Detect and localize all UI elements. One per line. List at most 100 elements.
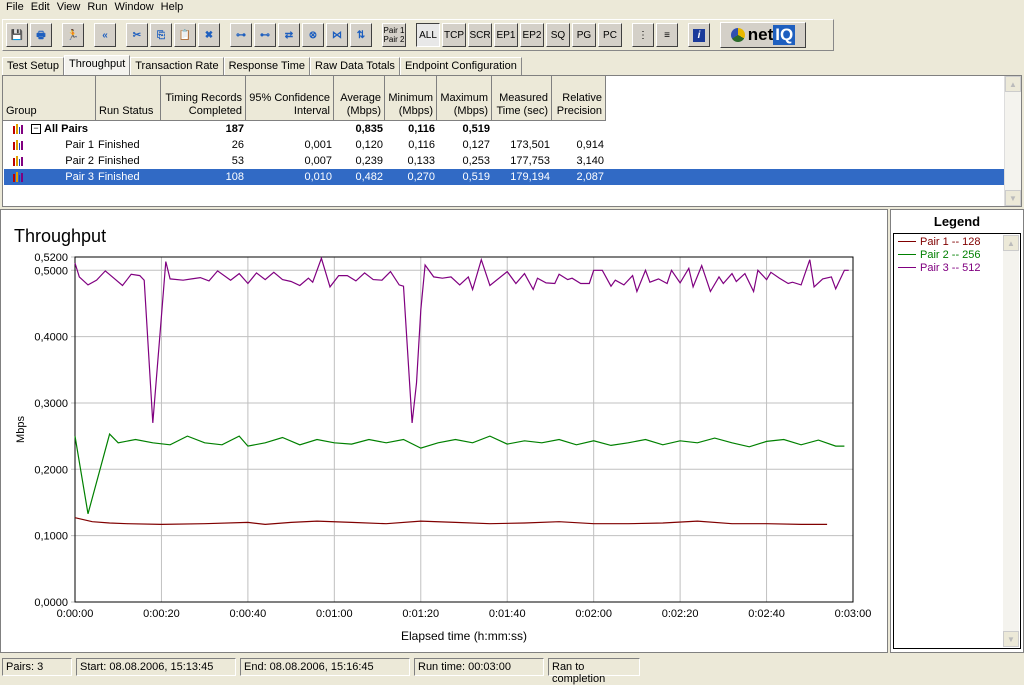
pair-toggle-label: Pair 1 — [383, 26, 405, 35]
column-header-label: Timing Records — [165, 92, 242, 104]
filter-tcp-button[interactable]: TCP — [442, 23, 466, 47]
tab-transaction-rate[interactable]: Transaction Rate — [130, 57, 224, 75]
add-multicast-button[interactable]: ⊷ — [254, 23, 276, 47]
column-header-relative[interactable]: Relative Precision — [552, 76, 606, 121]
scroll-down-button[interactable]: ▼ — [1003, 631, 1019, 647]
pair-toggle-button[interactable]: Pair 1 Pair 2 — [382, 23, 406, 47]
y-tick-label: 0,2000 — [34, 464, 68, 476]
filter-pc-button[interactable]: PC — [598, 23, 622, 47]
column-header-95-confidence[interactable]: 95% Confidence Interval — [246, 76, 334, 121]
table-row[interactable]: Pair 3 Finished 108 0,010 0,482 0,270 0,519 179… — [4, 169, 1004, 185]
table-row[interactable]: Pair 2 Finished 53 0,007 0,239 0,133 0,253 177,… — [4, 153, 1004, 169]
scroll-up-button[interactable]: ▲ — [1005, 76, 1021, 92]
info-button[interactable]: i — [688, 23, 710, 47]
y-tick-label: 0,4000 — [34, 332, 68, 344]
column-header-minimum[interactable]: Minimum (Mbps) — [385, 76, 437, 121]
cut-icon: ✂ — [132, 29, 142, 41]
table-scrollbar[interactable]: ▲ ▼ — [1004, 76, 1021, 206]
table-row[interactable]: Pair 1 Finished 26 0,001 0,120 0,116 0,127 173,… — [4, 137, 1004, 153]
cell-measured: 177,753 — [510, 155, 550, 167]
column-header-label: Average — [340, 92, 381, 104]
series-line-pair-1 — [74, 517, 828, 526]
column-header-run-status[interactable]: Run Status — [96, 76, 161, 121]
paste-button[interactable]: 📋 — [174, 23, 196, 47]
column-header-group[interactable]: Group — [3, 76, 96, 121]
legend-swatch — [898, 254, 916, 255]
legend-item[interactable]: Pair 1 -- 128 — [898, 235, 1016, 248]
cell-group: Pair 1 — [65, 139, 94, 151]
netiq-logo[interactable]: net IQ — [720, 22, 806, 48]
scroll-down-button[interactable]: ▼ — [1005, 190, 1021, 206]
status-end: End: 08.08.2006, 15:16:45 — [240, 658, 410, 676]
column-header-measured[interactable]: Measured Time (sec) — [492, 76, 552, 121]
legend-scrollbar[interactable]: ▲ ▼ — [1003, 235, 1019, 647]
cell-minimum: 0,116 — [408, 123, 435, 135]
throughput-chart: Throughput 0:00:00 0:00:20 0:00:40 0:01:00 0:… — [14, 226, 871, 643]
swap-button[interactable]: ⇅ — [350, 23, 372, 47]
tab-test-setup[interactable]: Test Setup — [2, 57, 64, 75]
legend-swatch — [898, 267, 916, 268]
add-pair-button[interactable]: ⊶ — [230, 23, 252, 47]
column-header-timing-records[interactable]: Timing Records Completed — [161, 76, 246, 121]
menu-help[interactable]: Help — [159, 0, 189, 17]
filter-ep2-button[interactable]: EP2 — [520, 23, 544, 47]
menu-window[interactable]: Window — [113, 0, 159, 17]
tab-response-time[interactable]: Response Time — [223, 57, 311, 75]
column-header-average[interactable]: Average (Mbps) — [334, 76, 385, 121]
series-line-pair-2 — [74, 432, 845, 514]
tab-endpoint-configuration[interactable]: Endpoint Configuration — [399, 57, 522, 75]
column-header-label: Time (sec) — [496, 105, 548, 117]
save-button[interactable]: 💾 — [6, 23, 28, 47]
collapse-icon[interactable]: − — [31, 124, 41, 134]
column-header-label: (Mbps) — [453, 105, 488, 117]
delete-button[interactable]: ✖ — [198, 23, 220, 47]
filter-ep1-button[interactable]: EP1 — [494, 23, 518, 47]
menu-edit[interactable]: Edit — [29, 0, 55, 17]
column-header-maximum[interactable]: Maximum (Mbps) — [437, 76, 492, 121]
cut-button[interactable]: ✂ — [126, 23, 148, 47]
edit-pair-button[interactable]: ⇄ — [278, 23, 300, 47]
logo-text: IQ — [773, 25, 796, 45]
legend-label: Pair 2 -- 256 — [920, 248, 981, 261]
table-row-all-pairs[interactable]: − All Pairs 187 0,835 0,116 0,519 — [4, 121, 1004, 137]
cell-timing-records: 26 — [231, 139, 244, 151]
menu-file[interactable]: File — [4, 0, 29, 17]
pair-toggle-label: Pair 2 — [383, 35, 405, 44]
cell-run-status: Finished — [98, 155, 140, 167]
cell-minimum: 0,133 — [407, 155, 435, 167]
status-pairs: Pairs: 3 — [2, 658, 72, 676]
cell-run-status: Finished — [98, 171, 140, 183]
print-icon: 🖶 — [36, 29, 46, 41]
copy-button[interactable]: ⎘ — [150, 23, 172, 47]
stop-button[interactable]: « — [94, 23, 116, 47]
tab-raw-data-totals[interactable]: Raw Data Totals — [310, 57, 400, 75]
delete-pair-button[interactable]: ⊗ — [302, 23, 324, 47]
list-view-button[interactable]: ≡ — [656, 23, 678, 47]
legend-item[interactable]: Pair 3 -- 512 — [898, 261, 1016, 274]
grid-view-button[interactable]: ⋮ — [632, 23, 654, 47]
filter-pg-button[interactable]: PG — [572, 23, 596, 47]
column-header-label: Measured — [499, 92, 548, 104]
column-header-label: Precision — [556, 105, 602, 117]
menu-view[interactable]: View — [55, 0, 86, 17]
cell-average: 0,835 — [355, 123, 383, 135]
run-button[interactable]: 🏃 — [62, 23, 84, 47]
network-icon: ⋈ — [332, 29, 342, 41]
x-tick-label: 0:01:00 — [316, 608, 353, 620]
legend-label: Pair 3 -- 512 — [920, 261, 981, 274]
menu-run[interactable]: Run — [85, 0, 112, 17]
filter-sq-button[interactable]: SQ — [546, 23, 570, 47]
cell-95-confidence: 0,001 — [304, 139, 332, 151]
filter-scr-button[interactable]: SCR — [468, 23, 492, 47]
legend-list: ▲ ▼ Pair 1 -- 128 Pair 2 -- 256 Pair 3 -- … — [893, 233, 1021, 649]
print-button[interactable]: 🖶 — [30, 23, 52, 47]
plot-area — [74, 256, 854, 603]
filter-all-button[interactable]: ALL — [416, 23, 440, 47]
tab-throughput[interactable]: Throughput — [63, 55, 131, 75]
y-tick-label: 0,5200 — [34, 252, 68, 264]
cell-maximum: 0,519 — [462, 171, 490, 183]
swap-icon: ⇅ — [356, 29, 366, 41]
scroll-up-button[interactable]: ▲ — [1003, 235, 1019, 251]
network-button[interactable]: ⋈ — [326, 23, 348, 47]
legend-item[interactable]: Pair 2 -- 256 — [898, 248, 1016, 261]
